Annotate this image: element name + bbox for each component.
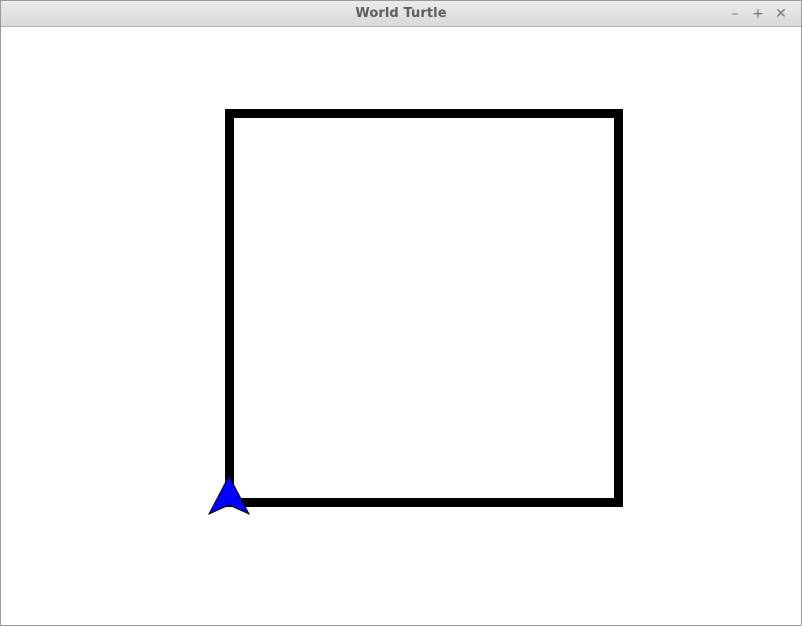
turtle-icon — [207, 474, 251, 516]
square-path — [225, 109, 623, 507]
maximize-button[interactable]: + — [748, 5, 768, 23]
window-controls: – + ✕ — [722, 5, 791, 23]
close-button[interactable]: ✕ — [771, 5, 791, 23]
window-title: World Turtle — [355, 6, 447, 21]
drawing-surface — [207, 109, 623, 516]
title-bar[interactable]: World Turtle – + ✕ — [1, 1, 801, 27]
turtle-canvas[interactable] — [1, 27, 801, 625]
app-window: World Turtle – + ✕ — [0, 0, 802, 626]
minimize-button[interactable]: – — [725, 5, 745, 23]
